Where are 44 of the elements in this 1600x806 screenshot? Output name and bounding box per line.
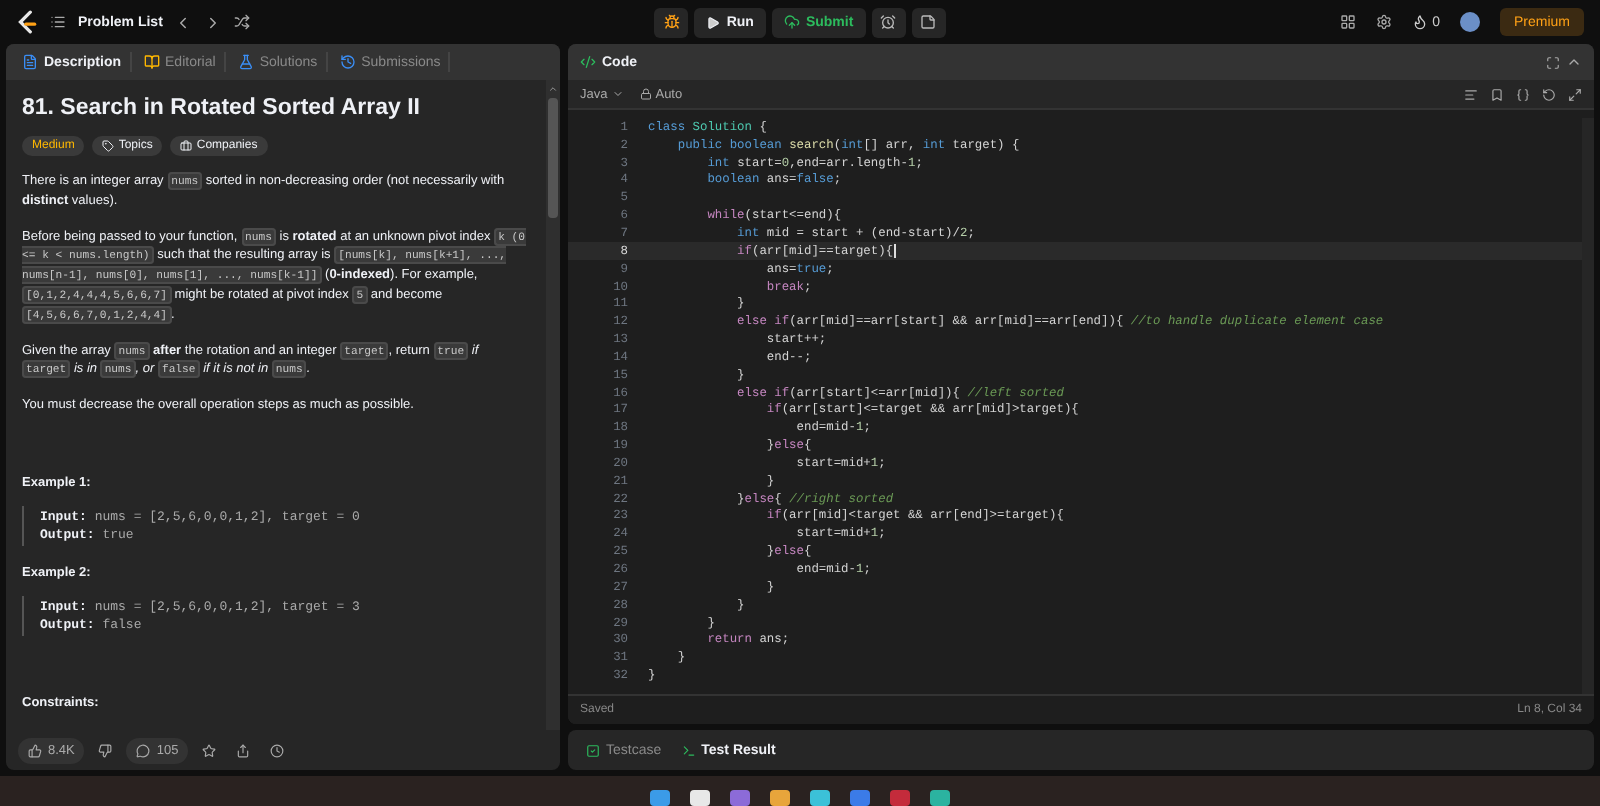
note-button[interactable] xyxy=(911,7,946,37)
chevron-down-icon xyxy=(611,88,624,100)
flame-icon xyxy=(1412,14,1429,30)
bookmark-icon[interactable] xyxy=(1490,87,1504,101)
list-icon[interactable] xyxy=(50,14,66,30)
collapse-icon[interactable] xyxy=(1566,54,1582,70)
alarm-button[interactable] xyxy=(871,7,906,37)
scrollbar[interactable] xyxy=(546,80,560,730)
history-icon xyxy=(339,54,356,70)
maximize-icon[interactable] xyxy=(1546,55,1560,69)
comment-icon xyxy=(136,743,151,757)
flask-icon xyxy=(237,54,254,70)
text-cursor xyxy=(893,243,896,258)
debug-button[interactable] xyxy=(654,7,689,37)
format-icon[interactable] xyxy=(1464,87,1478,101)
play-icon xyxy=(706,15,721,29)
code-icon xyxy=(580,54,596,70)
document-icon xyxy=(22,54,38,70)
scrollbar[interactable] xyxy=(1582,118,1594,694)
problem-title: 81. Search in Rotated Sorted Array II xyxy=(22,96,422,120)
terminal-icon xyxy=(681,743,696,757)
note-icon xyxy=(920,14,937,30)
thumbs-down-icon xyxy=(98,743,113,757)
share-icon xyxy=(236,743,251,757)
avatar[interactable] xyxy=(1459,12,1480,32)
bug-icon xyxy=(663,14,680,30)
braces-icon[interactable] xyxy=(1516,87,1530,101)
logo-icon[interactable] xyxy=(16,10,38,34)
grid-icon[interactable] xyxy=(1340,14,1357,30)
shuffle-icon[interactable] xyxy=(234,14,251,30)
expand-icon[interactable] xyxy=(1568,87,1582,101)
book-icon xyxy=(143,54,160,70)
thumbs-up-icon xyxy=(28,743,42,757)
checkbox-icon xyxy=(586,743,600,757)
scroll-up-icon[interactable] xyxy=(548,84,558,94)
alarm-clock-icon xyxy=(880,14,897,30)
briefcase-icon xyxy=(180,140,193,152)
reset-icon[interactable] xyxy=(1542,87,1556,101)
lock-icon xyxy=(639,88,652,100)
tag-icon xyxy=(102,140,115,152)
cloud-upload-icon xyxy=(783,14,800,30)
settings-icon[interactable] xyxy=(1376,14,1393,30)
star-icon xyxy=(202,743,217,757)
clock-icon xyxy=(270,743,285,757)
